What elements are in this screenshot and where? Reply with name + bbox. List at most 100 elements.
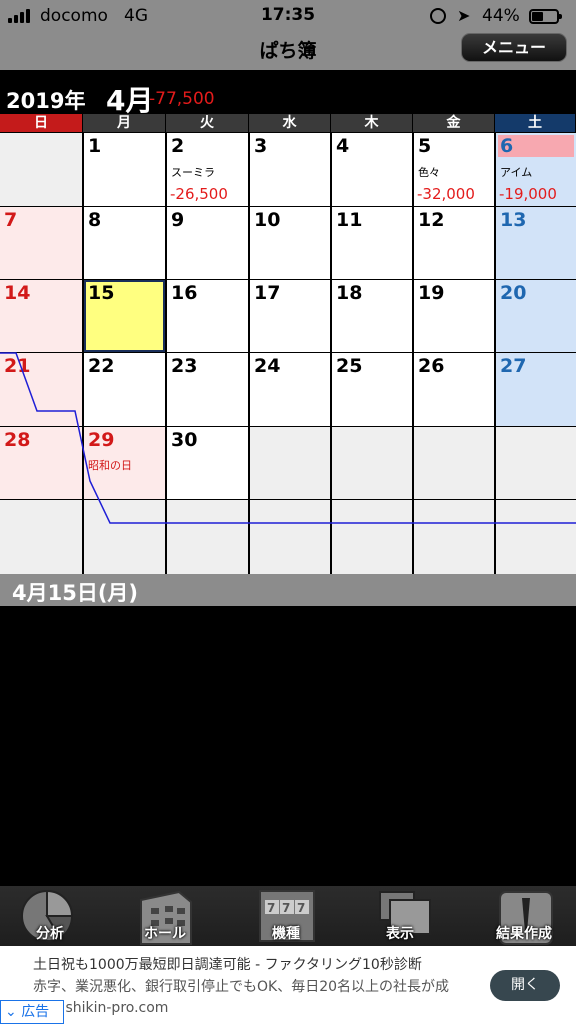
toolbar-pie-chart-button[interactable]: 分析 <box>0 886 100 946</box>
day-detail-header: 4月15日(月) <box>0 574 576 606</box>
day-cell-6[interactable]: 6 アイム -19,000 <box>496 133 576 206</box>
day-amount: -19,000 <box>499 185 557 203</box>
toolbar-slot-machine-button[interactable]: 7 7 7 機種 <box>236 886 336 946</box>
day-cell-10[interactable]: 10 <box>250 207 330 279</box>
day-number: 7 <box>4 209 18 231</box>
empty-cell <box>84 500 165 574</box>
svg-text:7: 7 <box>297 901 305 915</box>
toolbar-label: 機種 <box>272 926 300 942</box>
holiday-name: 昭和の日 <box>88 459 132 472</box>
weekday-tuesday: 火 <box>166 114 249 132</box>
toolbar-windows-button[interactable]: 表示 <box>350 886 450 946</box>
toolbar-label: ホール <box>144 926 186 942</box>
day-cell-21[interactable]: 21 <box>0 353 82 426</box>
day-cell-27[interactable]: 27 <box>496 353 576 426</box>
empty-cell <box>332 427 412 499</box>
day-cell-26[interactable]: 26 <box>414 353 494 426</box>
empty-cell <box>414 500 494 574</box>
day-number: 30 <box>171 429 198 451</box>
day-number: 21 <box>4 355 31 377</box>
day-cell-17[interactable]: 17 <box>250 280 330 352</box>
bottom-toolbar: 分析 ホール 7 7 7 機種 表示 結果作成 <box>0 886 576 946</box>
toolbar-pencil-button[interactable]: 結果作成 <box>474 886 574 946</box>
day-cell-28[interactable]: 28 <box>0 427 82 499</box>
empty-cell <box>167 500 248 574</box>
svg-text:7: 7 <box>282 901 290 915</box>
ad-label[interactable]: ⌄ 広告 <box>0 1000 64 1024</box>
day-number: 27 <box>500 355 527 377</box>
ad-title[interactable]: 土日祝も1000万最短即日調達可能 - ファクタリング10秒診断 <box>33 954 422 974</box>
day-cell-22[interactable]: 22 <box>84 353 165 426</box>
day-cell-16[interactable]: 16 <box>167 280 248 352</box>
weekday-friday: 金 <box>413 114 495 132</box>
chevron-down-icon: ⌄ <box>5 1004 17 1020</box>
day-number: 3 <box>254 135 268 157</box>
battery-icon <box>529 9 562 24</box>
day-cell-9[interactable]: 9 <box>167 207 248 279</box>
weekday-saturday: 土 <box>495 114 576 132</box>
day-cell-18[interactable]: 18 <box>332 280 412 352</box>
day-number: 28 <box>4 429 31 451</box>
day-number: 15 <box>88 282 115 304</box>
ad-open-button[interactable]: 開く <box>490 970 560 1001</box>
location-arrow-icon: ➤ <box>457 6 471 25</box>
empty-cell <box>332 500 412 574</box>
day-number: 24 <box>254 355 281 377</box>
hall-name: スーミラ <box>171 166 215 179</box>
day-cell-29[interactable]: 29 昭和の日 <box>84 427 165 499</box>
day-number: 16 <box>171 282 198 304</box>
day-cell-2[interactable]: 2 スーミラ -26,500 <box>167 133 248 206</box>
hall-name: 色々 <box>418 166 440 179</box>
day-number: 18 <box>336 282 363 304</box>
toolbar-label: 結果作成 <box>496 926 552 942</box>
day-cell-19[interactable]: 19 <box>414 280 494 352</box>
day-number: 12 <box>418 209 445 231</box>
day-number: 4 <box>336 135 350 157</box>
day-cell-13[interactable]: 13 <box>496 207 576 279</box>
day-number: 11 <box>336 209 363 231</box>
day-number: 29 <box>88 429 115 451</box>
day-detail-area <box>0 606 576 886</box>
day-number: 23 <box>171 355 198 377</box>
weekday-header: 日月火水木金土 <box>0 114 576 132</box>
empty-cell <box>250 500 330 574</box>
day-cell-8[interactable]: 8 <box>84 207 165 279</box>
calendar-grid: 1 2 スーミラ -26,500 3 4 5 色々 -32,000 6 アイム -19,000 7 8 9 1… <box>0 132 576 574</box>
day-number: 1 <box>88 135 102 157</box>
year-label[interactable]: 2019年 <box>6 85 85 115</box>
day-number: 22 <box>88 355 115 377</box>
battery-percent: 44% <box>482 6 520 26</box>
empty-cell <box>496 500 576 574</box>
day-cell-1[interactable]: 1 <box>84 133 165 206</box>
day-cell-12[interactable]: 12 <box>414 207 494 279</box>
day-cell-15[interactable]: 15 <box>84 280 165 352</box>
day-cell-14[interactable]: 14 <box>0 280 82 352</box>
day-cell-11[interactable]: 11 <box>332 207 412 279</box>
day-cell-30[interactable]: 30 <box>167 427 248 499</box>
ad-body[interactable]: 赤字、業況悪化、銀行取引停止でもOK、毎日20名以上の社長が成功！ shikin… <box>33 977 473 1019</box>
empty-cell <box>0 500 82 574</box>
day-number: 14 <box>4 282 31 304</box>
empty-cell <box>0 133 82 206</box>
weekday-monday: 月 <box>83 114 166 132</box>
day-number: 26 <box>418 355 445 377</box>
day-cell-20[interactable]: 20 <box>496 280 576 352</box>
day-cell-23[interactable]: 23 <box>167 353 248 426</box>
selected-date: 4月15日(月) <box>12 581 139 605</box>
menu-button[interactable]: メニュー <box>461 33 567 62</box>
empty-cell <box>250 427 330 499</box>
day-number: 6 <box>498 135 574 157</box>
day-cell-7[interactable]: 7 <box>0 207 82 279</box>
toolbar-label: 分析 <box>36 926 64 942</box>
day-cell-5[interactable]: 5 色々 -32,000 <box>414 133 494 206</box>
toolbar-label: 表示 <box>386 926 414 942</box>
day-cell-25[interactable]: 25 <box>332 353 412 426</box>
day-cell-3[interactable]: 3 <box>250 133 330 206</box>
day-number: 13 <box>500 209 527 231</box>
day-number: 5 <box>418 135 432 157</box>
toolbar-building-button[interactable]: ホール <box>115 886 215 946</box>
day-cell-4[interactable]: 4 <box>332 133 412 206</box>
day-number: 17 <box>254 282 281 304</box>
day-cell-24[interactable]: 24 <box>250 353 330 426</box>
month-label[interactable]: 4月 <box>106 79 153 119</box>
